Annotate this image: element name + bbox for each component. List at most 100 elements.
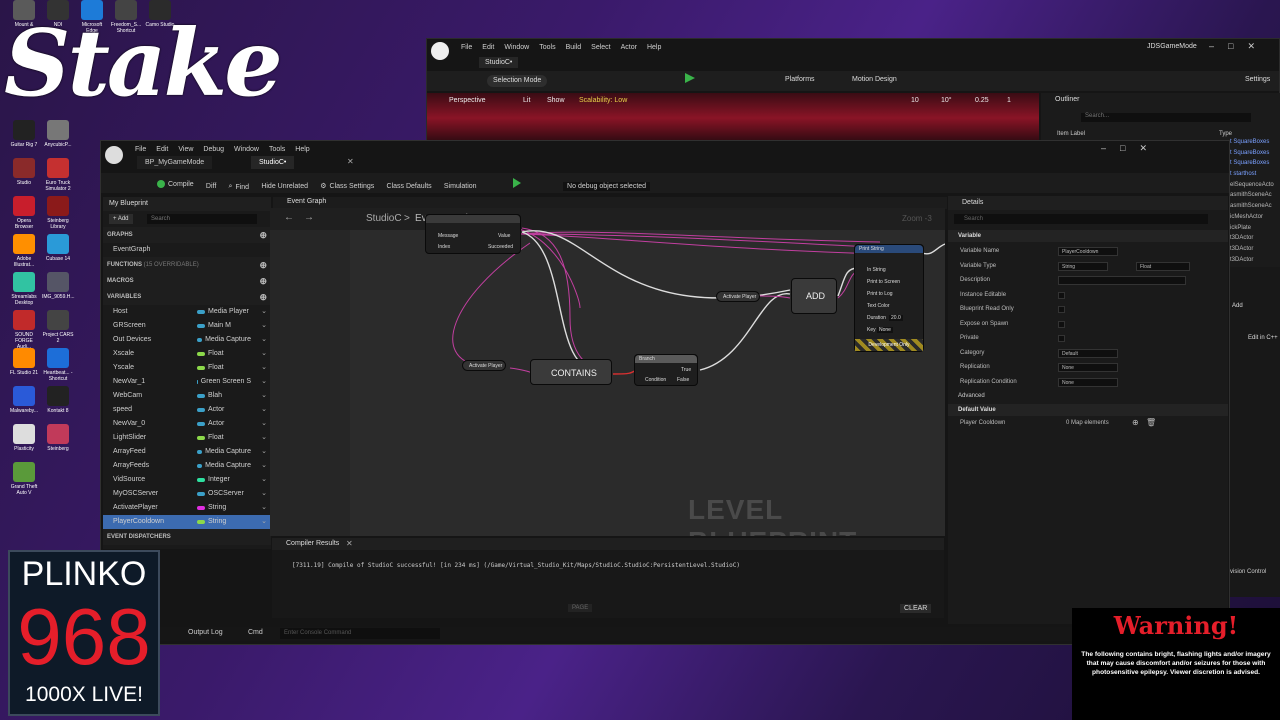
dropdown[interactable]: None [1058,363,1118,372]
pin-false[interactable]: False [677,377,689,383]
menu-item[interactable]: Tools [539,44,555,51]
motion-design-button[interactable]: Motion Design [852,76,897,83]
selection-mode-dropdown[interactable]: Selection Mode [487,75,548,87]
output-log-button[interactable]: Output Log [188,629,223,636]
visibility-icon[interactable]: ⌄ [261,333,267,347]
revision-control-button[interactable]: vision Control [1230,569,1266,575]
outliner-type-cell[interactable]: t3DActor [1230,233,1280,244]
visibility-icon[interactable]: ⌄ [261,501,267,515]
pin-message[interactable]: Message [438,233,458,239]
variable-row[interactable]: PlayerCooldown String ⌄ [103,515,271,529]
print-string-node[interactable]: Print String In String Print to Screen P… [854,244,924,352]
visibility-icon[interactable]: ⌄ [261,361,267,375]
variable-row[interactable]: speed Actor ⌄ [103,403,271,417]
camera-speed-value[interactable]: 1 [1007,97,1011,104]
outliner-type-cell[interactable]: t3DActor [1230,255,1280,266]
grid-snap-value[interactable]: 10 [911,97,919,104]
visibility-icon[interactable]: ⌄ [261,375,267,389]
variable-type-dropdown[interactable]: String [1058,261,1108,271]
tab-studioc[interactable]: StudioC• [251,156,295,169]
add-element-icon[interactable]: ⊕ [1132,418,1139,427]
pin-index[interactable]: Index [438,244,450,250]
menu-item[interactable]: Help [295,146,309,153]
event-graph-item[interactable]: EventGraph [103,243,271,257]
outliner-type-cell[interactable]: icMeshActor [1230,212,1280,223]
menu-item[interactable]: Actor [621,44,637,51]
variables-section[interactable]: VARIABLES ⊕ [103,289,271,305]
visibility-icon[interactable]: ⌄ [261,417,267,431]
outliner-type-cell[interactable]: t SquareBoxes [1230,148,1280,159]
menu-item[interactable]: Debug [203,146,224,153]
outliner-type-cell[interactable]: t SquareBoxes [1230,137,1280,148]
find-button[interactable]: ⌕ Find [229,183,250,191]
menu-item[interactable]: File [461,44,472,51]
debug-object-dropdown[interactable]: No debug object selected [563,182,651,191]
scale-snap-value[interactable]: 0.25 [975,97,989,104]
checkbox[interactable] [1058,291,1065,299]
platforms-button[interactable]: Platforms [785,76,815,83]
visibility-icon[interactable]: ⌄ [261,445,267,459]
my-blueprint-search-input[interactable]: Search [147,214,257,224]
show-button[interactable]: Show [547,97,565,104]
back-window-controls[interactable]: –□✕ [1209,41,1269,52]
clear-button[interactable]: CLEAR [900,604,932,613]
variable-row[interactable]: Host Media Player ⌄ [103,305,271,319]
advanced-section[interactable]: Advanced [948,390,1228,402]
event-node-top[interactable]: Message Index Value Succeeded [425,214,521,254]
visibility-icon[interactable]: ⌄ [261,431,267,445]
add-node[interactable]: ADD [791,278,837,314]
branch-node[interactable]: Branch True False Condition [634,354,698,386]
visibility-icon[interactable]: ⌄ [261,515,267,529]
checkbox[interactable] [1058,306,1065,313]
menu-item[interactable]: Window [234,146,259,153]
menu-item[interactable]: Tools [269,146,285,153]
edit-in-cpp-link[interactable]: Edit in C++ [1248,335,1278,341]
variable-row[interactable]: ArrayFeeds Media Capture ⌄ [103,459,271,473]
menu-item[interactable]: Window [504,44,529,51]
diff-button[interactable]: Diff [206,183,216,190]
pin-true[interactable]: True [681,367,691,373]
visibility-icon[interactable]: ⌄ [261,389,267,403]
menu-item[interactable]: Help [647,44,661,51]
pin-condition[interactable]: Condition [645,377,666,383]
desktop-icon[interactable]: Grand Theft Auto V [8,462,40,510]
pin-succeeded[interactable]: Succeeded [488,244,513,250]
tab-bp-mygamemode[interactable]: BP_MyGameMode [137,156,213,169]
close-tab-icon[interactable]: ✕ [347,157,354,166]
visibility-icon[interactable]: ⌄ [261,347,267,361]
outliner-type-cell[interactable]: t SquareBoxes [1230,158,1280,169]
value-type-dropdown[interactable]: Float [1136,261,1190,271]
lit-button[interactable]: Lit [523,97,530,104]
hide-unrelated-button[interactable]: Hide Unrelated [261,183,308,190]
simulation-button[interactable]: Simulation [444,183,477,190]
tab-event-graph[interactable]: Event Graph [287,198,326,205]
back-tab[interactable]: StudioC• [479,57,519,68]
menu-item[interactable]: Build [566,44,582,51]
add-graph-icon[interactable]: ⊕ [259,227,267,243]
variable-section-header[interactable]: Variable [948,230,1228,242]
bp-window-controls[interactable]: –□✕ [1101,143,1161,154]
activate-player-getter-2[interactable]: Activate Player [716,291,760,302]
variable-row[interactable]: ActivatePlayer String ⌄ [103,501,271,515]
menu-item[interactable]: View [178,146,193,153]
variable-row[interactable]: ArrayFeed Media Capture ⌄ [103,445,271,459]
settings-button[interactable]: Settings [1245,76,1270,83]
add-variable-icon[interactable]: ⊕ [259,289,267,305]
dropdown[interactable]: Default [1058,348,1118,358]
variable-row[interactable]: Xscale Float ⌄ [103,347,271,361]
variable-row[interactable]: Yscale Float ⌄ [103,361,271,375]
add-function-icon[interactable]: ⊕ [259,257,267,273]
add-button[interactable]: + Add [109,214,133,224]
variable-row[interactable]: MyOSCServer OSCServer ⌄ [103,487,271,501]
right-add-button[interactable]: Add [1232,303,1243,309]
variable-row[interactable]: LightSlider Float ⌄ [103,431,271,445]
checkbox[interactable] [1058,335,1065,342]
variable-row[interactable]: NewVar_1 Green Screen S ⌄ [103,375,271,389]
visibility-icon[interactable]: ⌄ [261,403,267,417]
contains-node[interactable]: CONTAINS [530,359,612,385]
menu-item[interactable]: Edit [482,44,494,51]
variable-name-input[interactable]: PlayerCooldown [1058,247,1118,256]
default-value-section[interactable]: Default Value [948,404,1228,416]
cmd-dropdown[interactable]: Cmd [248,629,263,636]
angle-snap-value[interactable]: 10° [941,97,952,104]
